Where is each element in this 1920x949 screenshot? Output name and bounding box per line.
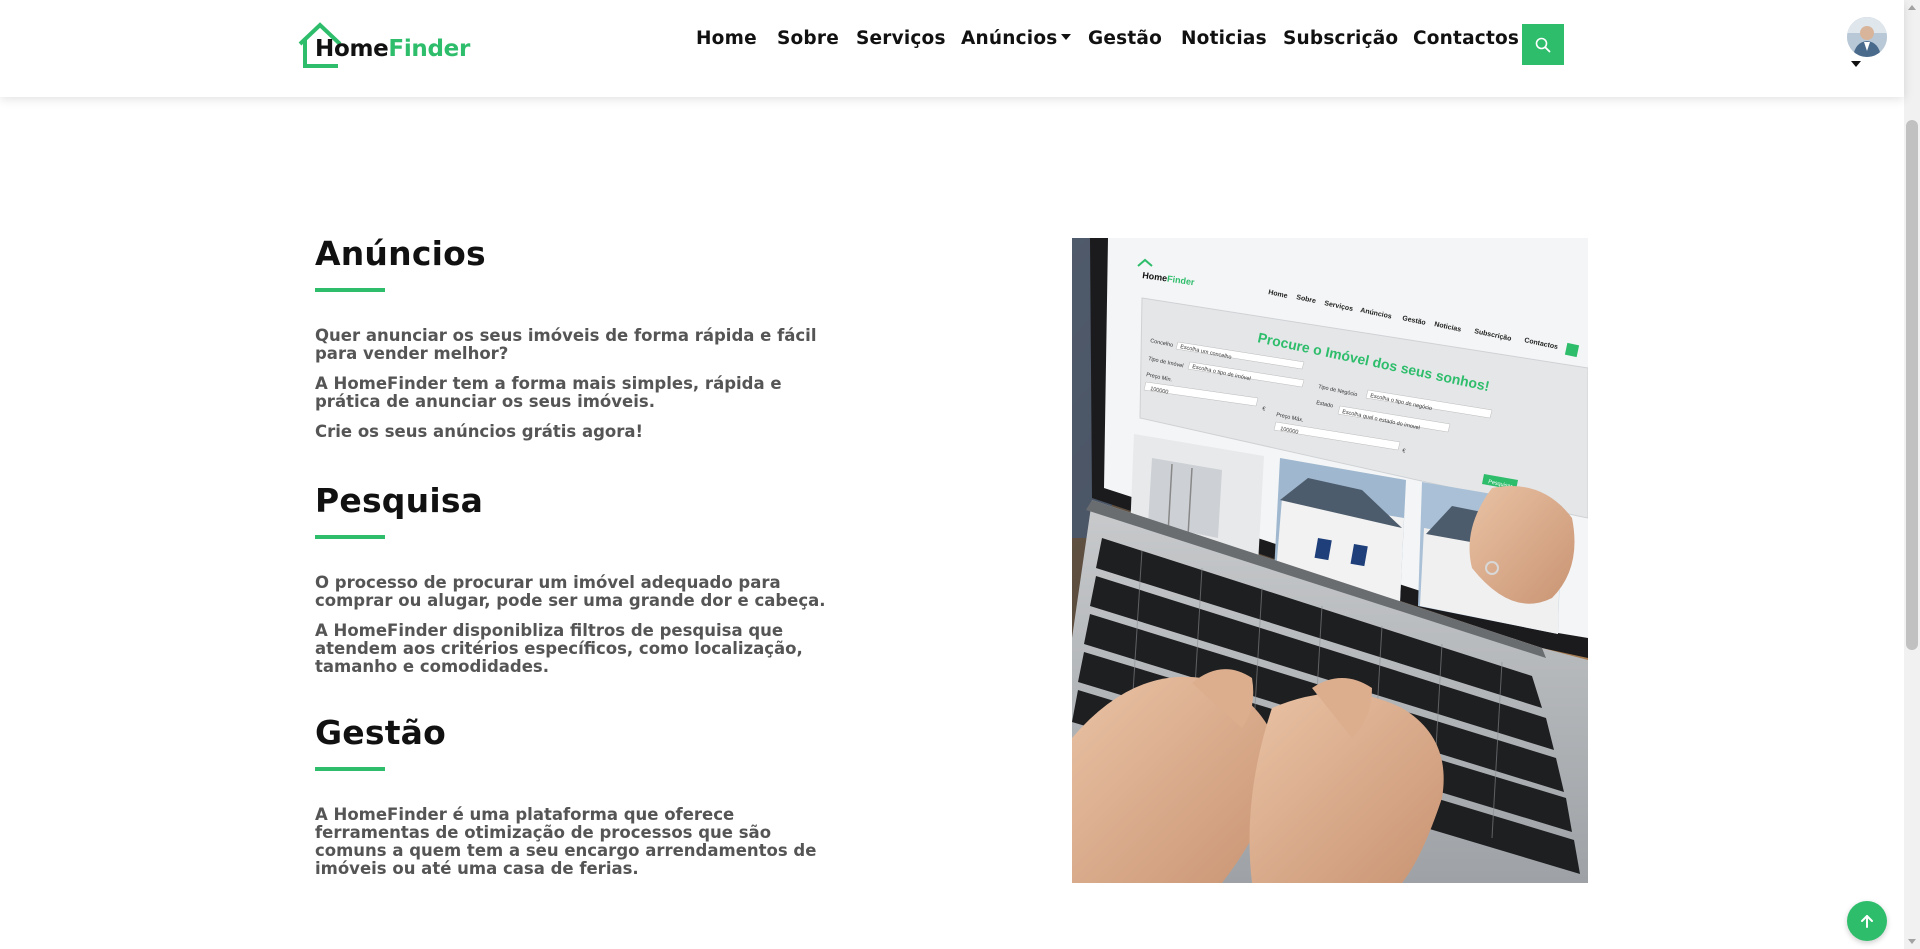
logo-finder-text: Finder: [388, 36, 470, 62]
page-scrollbar[interactable]: [1904, 0, 1920, 949]
gestao-paragraph-1: A HomeFinder é uma plataforma que oferec…: [315, 805, 817, 878]
nav-servicos[interactable]: Serviços: [856, 28, 946, 49]
arrow-up-icon: [1861, 915, 1873, 928]
avatar-photo-icon: [1847, 17, 1887, 57]
section-anuncios: Anúncios Quer anunciar os seus imóveis d…: [315, 234, 835, 441]
avatar-caret-down-icon[interactable]: [1851, 61, 1861, 67]
search-icon: [1535, 37, 1551, 52]
logo-home-text: Home: [315, 36, 389, 62]
nav-sobre[interactable]: Sobre: [777, 28, 839, 49]
nav-anuncios-label: Anúncios: [961, 28, 1058, 49]
anuncios-paragraph-1: Quer anunciar os seus imóveis de forma r…: [315, 326, 817, 363]
logo-text: HomeFinder: [315, 36, 470, 62]
scroll-up-arrow-icon[interactable]: [1908, 5, 1916, 10]
anuncios-paragraph-3: Crie os seus anúncios grátis agora!: [315, 422, 644, 441]
anuncios-paragraph-2: A HomeFinder tem a forma mais simples, r…: [315, 374, 782, 411]
nav-gestao[interactable]: Gestão: [1088, 28, 1162, 49]
laptop-photo-illustration: HomeFinder Home Sobre Serviços Anúncios …: [1072, 238, 1588, 883]
nav-anuncios-dropdown[interactable]: Anúncios: [961, 28, 1072, 49]
title-underline: [315, 767, 385, 771]
pesquisa-paragraph-1: O processo de procurar um imóvel adequad…: [315, 573, 826, 610]
title-underline: [315, 535, 385, 539]
nav-subscricao[interactable]: Subscrição: [1283, 28, 1398, 49]
title-underline: [315, 288, 385, 292]
section-title-pesquisa: Pesquisa: [315, 481, 484, 520]
section-pesquisa: Pesquisa O processo de procurar um imóve…: [315, 481, 835, 676]
nav-home[interactable]: Home: [696, 28, 757, 49]
pesquisa-paragraph-2: A HomeFinder disponibliza filtros de pes…: [315, 621, 803, 676]
section-title-anuncios: Anúncios: [315, 234, 486, 273]
section-gestao: Gestão A HomeFinder é uma plataforma que…: [315, 713, 835, 878]
search-button[interactable]: [1522, 24, 1564, 65]
nav-contactos[interactable]: Contactos: [1413, 28, 1519, 49]
laptop-homefinder-image: HomeFinder Home Sobre Serviços Anúncios …: [1072, 238, 1588, 883]
scrollbar-thumb[interactable]: [1906, 120, 1918, 650]
site-header: HomeFinder Home Sobre Serviços Anúncios …: [0, 0, 1904, 97]
scroll-down-arrow-icon[interactable]: [1908, 939, 1916, 944]
back-to-top-button[interactable]: [1847, 901, 1887, 941]
section-title-gestao: Gestão: [315, 713, 447, 752]
caret-down-icon: [1061, 34, 1072, 40]
user-avatar[interactable]: [1847, 17, 1887, 57]
nav-noticias[interactable]: Noticias: [1181, 28, 1267, 49]
